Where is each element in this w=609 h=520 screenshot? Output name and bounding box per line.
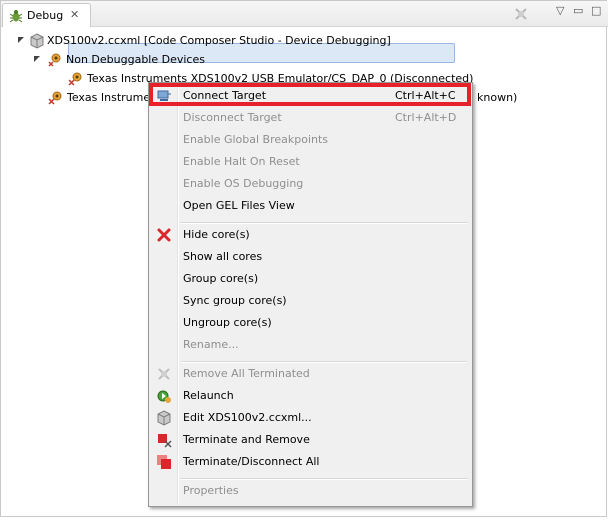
tab-label: Debug — [27, 9, 64, 22]
emulator-disconnected-icon — [68, 72, 82, 86]
menu-item-relaunch[interactable]: Relaunch — [151, 385, 470, 407]
menu-item-sync-group-cores[interactable]: Sync group core(s) — [151, 290, 470, 312]
menu-item-remove-all-terminated[interactable]: Remove All Terminated — [151, 363, 470, 385]
minimize-icon[interactable]: ▭ — [573, 4, 583, 17]
menu-item-terminate-and-remove[interactable]: Terminate and Remove — [151, 429, 470, 451]
tree-item-label: XDS100v2.ccxml [Code Composer Studio - D… — [47, 34, 391, 47]
remove-all-terminated-icon[interactable] — [513, 6, 529, 22]
menu-item-label: Ungroup core(s) — [183, 316, 272, 329]
menu-item-label: Rename... — [183, 338, 239, 351]
tree-item-label-tail: known) — [477, 91, 518, 104]
menu-item-label: Disconnect Target — [183, 111, 282, 124]
menu-item-label: Sync group core(s) — [183, 294, 287, 307]
menu-item-label: Enable OS Debugging — [183, 177, 304, 190]
view-tab-bar: Debug ✕ ▽ ▭ □ — [1, 1, 608, 27]
menu-item-label: Enable Halt On Reset — [183, 155, 300, 168]
tree-item-label: Texas Instrumen — [67, 91, 158, 104]
cpu-disconnected-icon — [48, 91, 62, 105]
menu-item-terminate-disconnect-all[interactable]: Terminate/Disconnect All — [151, 451, 470, 473]
menu-item-label: Properties — [183, 484, 239, 497]
expand-twisty-icon[interactable] — [34, 56, 42, 64]
menu-item-label: Hide core(s) — [183, 228, 250, 241]
edit-config-icon — [157, 410, 171, 426]
terminate-all-icon — [157, 455, 171, 469]
menu-item-label: Show all cores — [183, 250, 263, 263]
menu-item-label: Remove All Terminated — [183, 367, 310, 380]
device-group-icon — [48, 53, 61, 67]
menu-item-show-all-cores[interactable]: Show all cores — [151, 246, 470, 268]
remove-terminated-icon — [158, 368, 170, 380]
menu-item-label: Group core(s) — [183, 272, 259, 285]
menu-item-edit-ccxml[interactable]: Edit XDS100v2.ccxml... — [151, 407, 470, 429]
tree-item-non-debuggable[interactable]: Non Debuggable Devices — [1, 50, 301, 70]
menu-item-enable-halt-on-reset[interactable]: Enable Halt On Reset — [151, 151, 470, 173]
menu-item-rename[interactable]: Rename... — [151, 334, 470, 356]
red-x-icon — [157, 228, 171, 242]
menu-item-shortcut: Ctrl+Alt+D — [395, 111, 457, 124]
menu-item-enable-global-breakpoints[interactable]: Enable Global Breakpoints — [151, 129, 470, 151]
tree-item-label: Non Debuggable Devices — [66, 53, 205, 66]
target-config-icon — [30, 33, 44, 49]
menu-item-label: Edit XDS100v2.ccxml... — [183, 411, 312, 424]
terminate-remove-icon — [158, 434, 172, 448]
menu-item-properties[interactable]: Properties — [151, 480, 470, 502]
menu-item-ungroup-cores[interactable]: Ungroup core(s) — [151, 312, 470, 334]
menu-item-label: Terminate and Remove — [183, 433, 310, 446]
view-menu-icon[interactable]: ▽ — [556, 4, 564, 17]
tab-debug[interactable]: Debug ✕ — [2, 3, 91, 27]
connect-target-annotation-box — [149, 83, 471, 106]
menu-item-open-gel-files-view[interactable]: Open GEL Files View — [151, 195, 470, 217]
close-icon[interactable]: ✕ — [70, 8, 79, 21]
menu-item-enable-os-debugging[interactable]: Enable OS Debugging — [151, 173, 470, 195]
tree-item-root[interactable]: XDS100v2.ccxml [Code Composer Studio - D… — [1, 31, 421, 51]
menu-item-disconnect-target[interactable]: Disconnect Target Ctrl+Alt+D — [151, 107, 470, 129]
menu-item-group-cores[interactable]: Group core(s) — [151, 268, 470, 290]
menu-item-label: Relaunch — [183, 389, 234, 402]
menu-item-hide-cores[interactable]: Hide core(s) — [151, 224, 470, 246]
relaunch-icon — [157, 390, 171, 403]
context-menu: Connect Target Ctrl+Alt+C Disconnect Tar… — [148, 82, 473, 507]
menu-item-label: Open GEL Files View — [183, 199, 295, 212]
menu-item-label: Terminate/Disconnect All — [183, 455, 320, 468]
maximize-icon[interactable]: □ — [591, 4, 601, 17]
menu-item-label: Enable Global Breakpoints — [183, 133, 329, 146]
debug-bug-icon — [9, 10, 23, 23]
expand-twisty-icon[interactable] — [18, 37, 26, 45]
